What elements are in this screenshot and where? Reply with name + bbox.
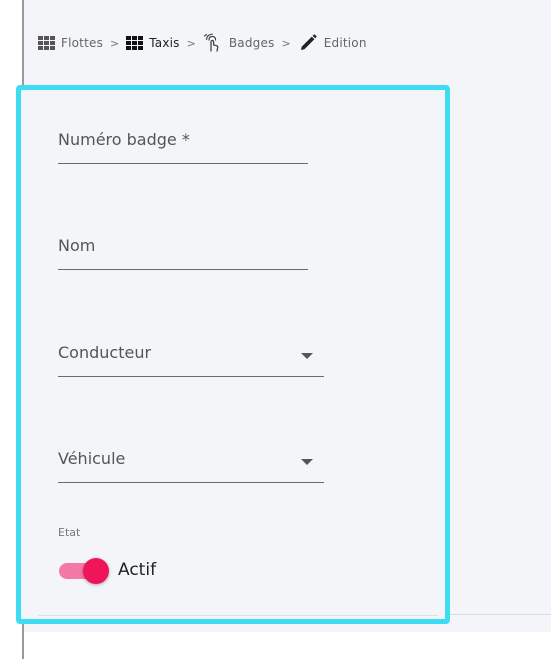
field-underline bbox=[58, 482, 324, 483]
breadcrumb-label: Badges bbox=[228, 36, 275, 50]
breadcrumb-separator: > bbox=[281, 36, 291, 50]
field-underline bbox=[58, 163, 308, 164]
badge-number-field[interactable]: Numéro badge * bbox=[58, 130, 308, 164]
badge-number-label: Numéro badge * bbox=[58, 130, 190, 149]
vehicle-select[interactable]: Véhicule bbox=[58, 449, 324, 483]
breadcrumb-separator: > bbox=[186, 36, 196, 50]
badge-edit-form: Numéro badge * Nom Conducteur Véhicule E… bbox=[16, 85, 450, 624]
breadcrumb-item-taxis[interactable]: Taxis bbox=[126, 36, 179, 50]
status-toggle[interactable] bbox=[59, 558, 109, 584]
driver-label: Conducteur bbox=[58, 343, 152, 362]
name-field[interactable]: Nom bbox=[58, 236, 308, 270]
breadcrumb-label: Taxis bbox=[149, 36, 180, 50]
toggle-thumb bbox=[83, 558, 109, 584]
name-label: Nom bbox=[58, 236, 96, 255]
pencil-icon bbox=[300, 34, 317, 50]
chevron-down-icon bbox=[301, 459, 313, 465]
page: Flottes > Taxis > Badges > Edition Numér… bbox=[0, 0, 551, 659]
status-toggle-label: Actif bbox=[118, 560, 157, 580]
breadcrumb-separator: > bbox=[110, 36, 120, 50]
touch-gesture-icon bbox=[203, 33, 219, 52]
grid-icon bbox=[126, 36, 144, 50]
field-underline bbox=[58, 269, 308, 270]
driver-select[interactable]: Conducteur bbox=[58, 343, 324, 377]
field-underline bbox=[58, 376, 324, 377]
breadcrumb-label: Flottes bbox=[61, 36, 104, 50]
breadcrumb-item-badges[interactable]: Badges bbox=[203, 33, 275, 53]
status-label: Etat bbox=[58, 526, 81, 539]
breadcrumb-label: Edition bbox=[323, 36, 367, 50]
vehicle-label: Véhicule bbox=[58, 449, 126, 468]
chevron-down-icon bbox=[301, 353, 313, 359]
form-divider bbox=[38, 615, 438, 616]
breadcrumb-item-flottes[interactable]: Flottes bbox=[38, 36, 103, 50]
breadcrumb-item-edition: Edition bbox=[298, 33, 367, 53]
grid-icon bbox=[38, 36, 55, 50]
breadcrumb: Flottes > Taxis > Badges > Edition bbox=[38, 28, 367, 58]
